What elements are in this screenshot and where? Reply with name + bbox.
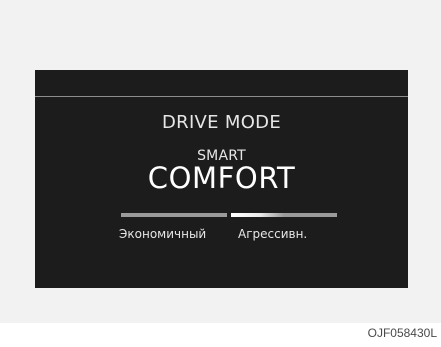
- aggressive-label: Агрессивн.: [238, 227, 308, 241]
- drive-mode-title: DRIVE MODE: [161, 112, 281, 133]
- aggressive-bar-fill: [231, 213, 284, 217]
- current-mode-label: COMFORT: [147, 161, 296, 195]
- figure-code: OJF058430L: [367, 326, 437, 340]
- cluster-display: DRIVE MODE SMART COMFORT Экономичный Агр…: [35, 70, 408, 288]
- top-divider: [35, 96, 408, 97]
- aggressive-bar: [231, 213, 337, 217]
- economy-label: Экономичный: [119, 227, 207, 241]
- economy-bar: [121, 213, 227, 217]
